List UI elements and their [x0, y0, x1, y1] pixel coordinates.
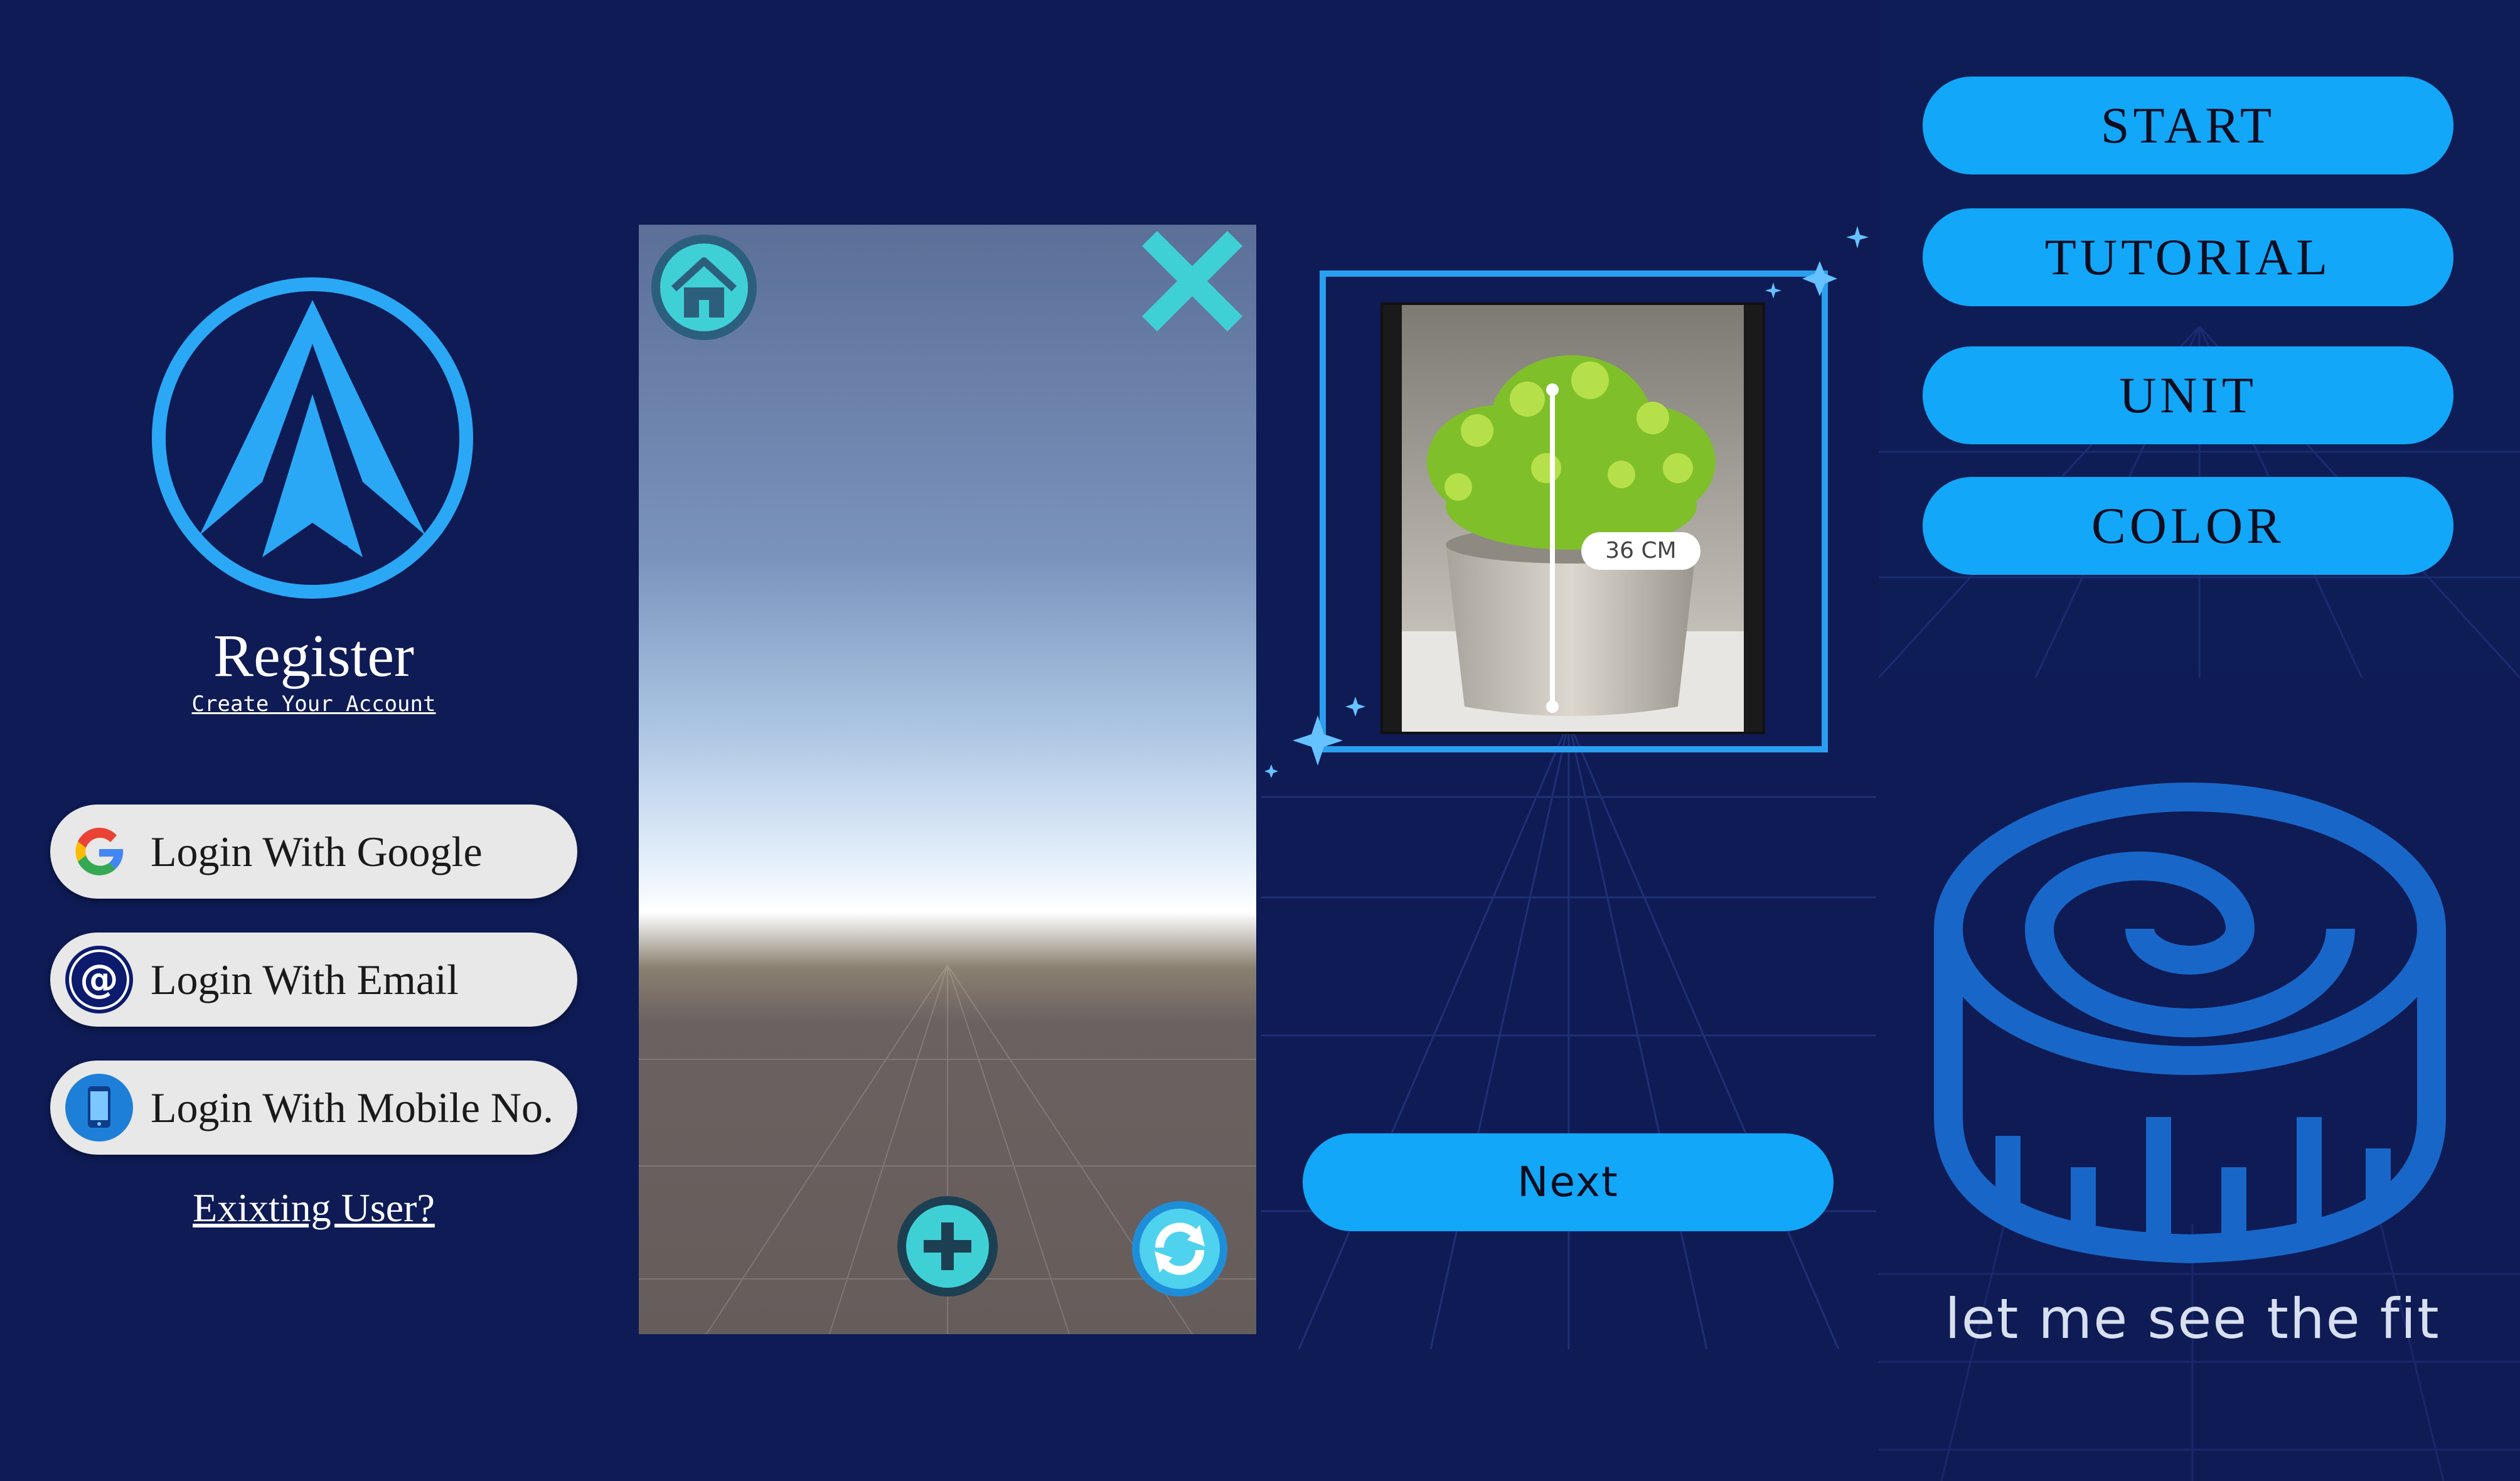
login-mobile-button[interactable]: Login With Mobile No.	[50, 1061, 577, 1155]
app-logo	[152, 277, 473, 599]
home-icon[interactable]	[650, 233, 758, 341]
measuring-tape-logo	[1934, 783, 2446, 1264]
google-icon	[75, 827, 124, 875]
tutorial-button[interactable]: TUTORIAL	[1923, 208, 2453, 306]
close-icon[interactable]	[1142, 231, 1242, 331]
login-email-button[interactable]: @ Login With Email	[50, 933, 577, 1027]
unit-button[interactable]: UNIT	[1923, 346, 2453, 444]
email-at-icon: @	[65, 946, 133, 1013]
login-google-button[interactable]: Login With Google	[50, 805, 577, 899]
svg-text:@: @	[80, 956, 119, 1002]
login-google-label: Login With Google	[151, 828, 483, 875]
plant-photo	[1380, 302, 1765, 734]
register-panel: Register Create Your Account Login With …	[0, 0, 637, 1481]
login-email-label: Login With Email	[151, 956, 459, 1003]
next-button[interactable]: Next	[1303, 1133, 1834, 1231]
register-subtitle: Create Your Account	[191, 692, 436, 717]
start-button[interactable]: START	[1923, 77, 2453, 174]
sparkle-icon	[1802, 261, 1837, 296]
login-mobile-label: Login With Mobile No.	[151, 1084, 553, 1131]
rotate-icon[interactable]	[1129, 1199, 1230, 1299]
preview-floor-grid	[1261, 722, 1876, 1349]
brand-tagline: let me see the fit	[1945, 1286, 2440, 1351]
add-icon[interactable]	[895, 1194, 1000, 1299]
register-title: Register	[213, 622, 414, 689]
measurement-label: 36 CM	[1581, 532, 1700, 570]
mobile-phone-icon	[65, 1074, 133, 1141]
ar-camera-view[interactable]	[639, 225, 1256, 1334]
existing-user-link[interactable]: Exixting User?	[0, 1185, 627, 1231]
color-button[interactable]: COLOR	[1923, 477, 2453, 575]
